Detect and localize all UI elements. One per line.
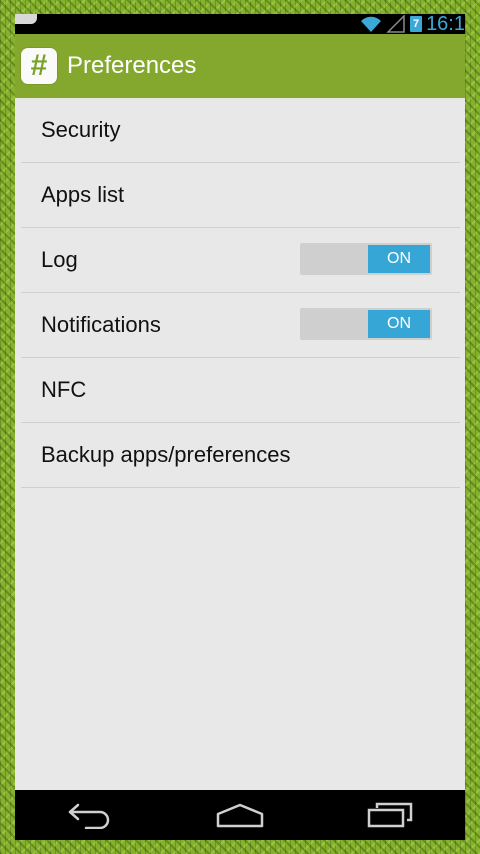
pref-label: Apps list bbox=[41, 182, 125, 207]
recent-apps-button[interactable] bbox=[360, 795, 420, 835]
toggle-thumb: ON bbox=[368, 245, 430, 273]
back-button[interactable] bbox=[60, 795, 120, 835]
home-icon bbox=[216, 803, 264, 828]
notification-icon bbox=[15, 14, 37, 24]
navigation-bar bbox=[15, 790, 465, 840]
pref-label: Log bbox=[41, 247, 78, 272]
pref-log[interactable]: Log ON bbox=[21, 228, 460, 293]
recent-apps-icon bbox=[367, 802, 413, 828]
clock: 16:1 bbox=[426, 14, 465, 35]
status-icons: 7 16:1 bbox=[360, 14, 465, 34]
toggle-thumb: ON bbox=[368, 310, 430, 338]
pref-notifications[interactable]: Notifications ON bbox=[21, 293, 460, 358]
pref-label: NFC bbox=[41, 377, 87, 402]
pref-nfc[interactable]: NFC bbox=[21, 358, 460, 423]
battery-icon: 7 bbox=[410, 16, 423, 32]
home-button[interactable] bbox=[210, 795, 270, 835]
app-icon[interactable]: # bbox=[21, 48, 57, 84]
preferences-list: Security Apps list Log ON Notifications … bbox=[15, 98, 465, 488]
pref-apps-list[interactable]: Apps list bbox=[21, 163, 460, 228]
pref-backup[interactable]: Backup apps/preferences bbox=[21, 423, 460, 488]
signal-icon bbox=[386, 15, 405, 33]
pref-label: Notifications bbox=[41, 312, 161, 337]
pref-security[interactable]: Security bbox=[21, 98, 460, 163]
action-bar: # Preferences bbox=[15, 34, 465, 98]
page-title: Preferences bbox=[67, 52, 197, 79]
app-screen: 7 16:1 # Preferences Security Apps list … bbox=[15, 14, 465, 840]
hash-icon: # bbox=[30, 49, 48, 82]
wifi-icon bbox=[361, 16, 382, 32]
pref-label: Security bbox=[41, 117, 121, 142]
notifications-toggle[interactable]: ON bbox=[300, 308, 432, 340]
back-icon bbox=[68, 803, 110, 829]
log-toggle[interactable]: ON bbox=[300, 243, 432, 275]
pref-label: Backup apps/preferences bbox=[41, 442, 291, 467]
status-bar: 7 16:1 bbox=[15, 14, 465, 34]
battery-level: 7 bbox=[413, 18, 420, 30]
